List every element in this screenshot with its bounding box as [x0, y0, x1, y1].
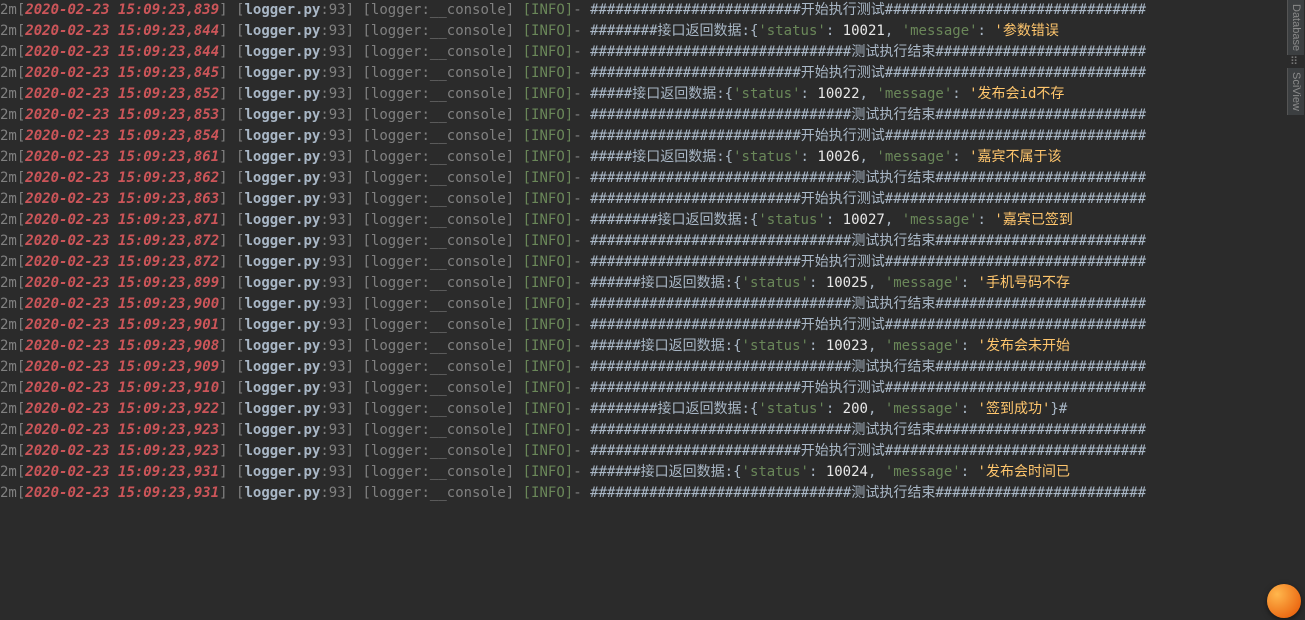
log-line: 2m[2020-02-23 15:09:23,863] [logger.py:9… — [0, 189, 1285, 210]
log-line: 2m[2020-02-23 15:09:23,872] [logger.py:9… — [0, 252, 1285, 273]
console-log-output[interactable]: 2m[2020-02-23 15:09:23,839] [logger.py:9… — [0, 0, 1285, 620]
drag-handle-icon: ⠿ — [1287, 55, 1305, 68]
log-line: 2m[2020-02-23 15:09:23,923] [logger.py:9… — [0, 441, 1285, 462]
log-line: 2m[2020-02-23 15:09:23,852] [logger.py:9… — [0, 84, 1285, 105]
log-line: 2m[2020-02-23 15:09:23,901] [logger.py:9… — [0, 315, 1285, 336]
log-line: 2m[2020-02-23 15:09:23,900] [logger.py:9… — [0, 294, 1285, 315]
log-line: 2m[2020-02-23 15:09:23,845] [logger.py:9… — [0, 63, 1285, 84]
log-line: 2m[2020-02-23 15:09:23,908] [logger.py:9… — [0, 336, 1285, 357]
log-line: 2m[2020-02-23 15:09:23,922] [logger.py:9… — [0, 399, 1285, 420]
tool-sciview[interactable]: SciView — [1287, 68, 1304, 115]
log-line: 2m[2020-02-23 15:09:23,839] [logger.py:9… — [0, 0, 1285, 21]
log-line: 2m[2020-02-23 15:09:23,931] [logger.py:9… — [0, 483, 1285, 504]
ide-right-toolbar: Database ⠿ SciView — [1287, 0, 1305, 200]
log-line: 2m[2020-02-23 15:09:23,853] [logger.py:9… — [0, 105, 1285, 126]
log-line: 2m[2020-02-23 15:09:23,861] [logger.py:9… — [0, 147, 1285, 168]
log-line: 2m[2020-02-23 15:09:23,910] [logger.py:9… — [0, 378, 1285, 399]
tool-database[interactable]: Database — [1287, 0, 1304, 55]
log-line: 2m[2020-02-23 15:09:23,923] [logger.py:9… — [0, 420, 1285, 441]
log-line: 2m[2020-02-23 15:09:23,909] [logger.py:9… — [0, 357, 1285, 378]
log-line: 2m[2020-02-23 15:09:23,871] [logger.py:9… — [0, 210, 1285, 231]
floating-action-button[interactable] — [1267, 584, 1301, 618]
log-line: 2m[2020-02-23 15:09:23,872] [logger.py:9… — [0, 231, 1285, 252]
log-line: 2m[2020-02-23 15:09:23,854] [logger.py:9… — [0, 126, 1285, 147]
log-line: 2m[2020-02-23 15:09:23,899] [logger.py:9… — [0, 273, 1285, 294]
log-line: 2m[2020-02-23 15:09:23,862] [logger.py:9… — [0, 168, 1285, 189]
log-line: 2m[2020-02-23 15:09:23,931] [logger.py:9… — [0, 462, 1285, 483]
log-line: 2m[2020-02-23 15:09:23,844] [logger.py:9… — [0, 42, 1285, 63]
log-line: 2m[2020-02-23 15:09:23,844] [logger.py:9… — [0, 21, 1285, 42]
